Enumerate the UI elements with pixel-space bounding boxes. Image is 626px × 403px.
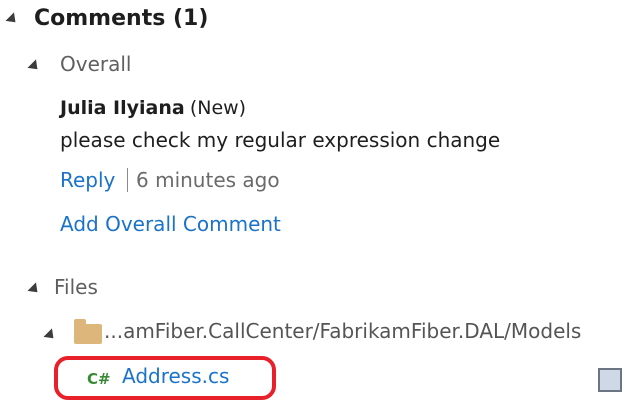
collapse-files-icon[interactable] [27, 282, 42, 297]
file-checkbox[interactable] [598, 368, 622, 392]
collapse-comments-icon[interactable] [5, 12, 20, 27]
reply-separator [127, 168, 128, 192]
reply-link[interactable]: Reply [60, 168, 115, 192]
comment-timestamp: 6 minutes ago [136, 168, 280, 192]
comment-author: Julia Ilyiana [60, 97, 185, 119]
comment-header-line: Julia Ilyiana (New) [60, 97, 246, 119]
comment-text: please check my regular expression chang… [60, 128, 501, 152]
collapse-overall-icon[interactable] [27, 59, 42, 74]
folder-path[interactable]: ...amFiber.CallCenter/FabrikamFiber.DAL/… [104, 319, 581, 343]
comments-header: Comments (1) [34, 6, 209, 31]
files-label: Files [54, 275, 98, 299]
comment-status: (New) [189, 97, 247, 119]
add-overall-comment-link[interactable]: Add Overall Comment [60, 212, 281, 236]
highlight-annotation [54, 356, 276, 400]
folder-icon [74, 319, 102, 344]
overall-label: Overall [60, 52, 132, 76]
collapse-folder-icon[interactable] [43, 328, 58, 343]
